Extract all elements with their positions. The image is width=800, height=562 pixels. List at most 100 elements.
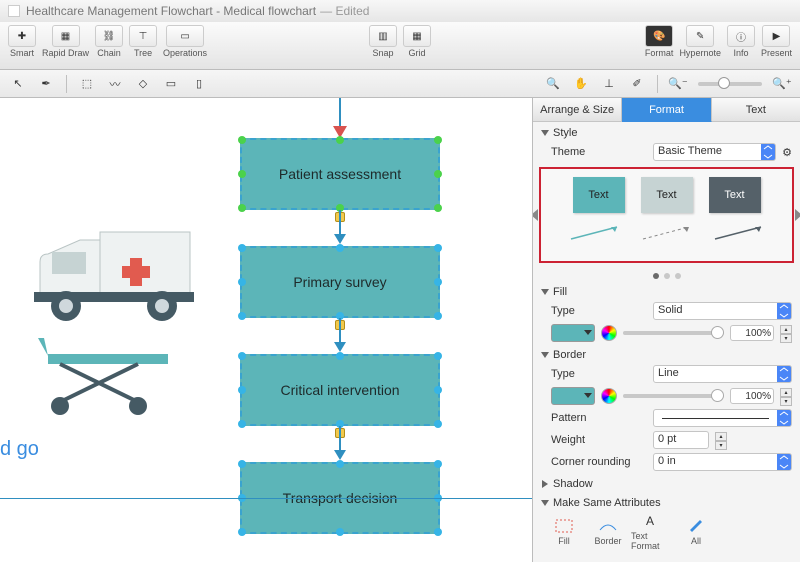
theme-label: Theme (551, 146, 647, 158)
style-swatch[interactable]: Text (709, 177, 761, 213)
operations-icon: ▭ (180, 31, 189, 42)
corner-select[interactable]: 0 in (653, 453, 792, 471)
node-label: Patient assessment (279, 166, 401, 182)
grid-5-icon: ▦ (61, 31, 70, 42)
edited-indicator: — Edited (320, 4, 369, 18)
info-icon: ⓘ (736, 29, 746, 44)
eyedropper-tool[interactable]: ✐ (625, 74, 649, 94)
zoom-in-button[interactable]: 🔍⁺ (770, 74, 794, 94)
tree-icon: ⊤ (139, 31, 148, 42)
line-style-preview[interactable] (639, 223, 695, 243)
tab-arrange-size[interactable]: Arrange & Size (533, 98, 622, 122)
palette-icon: 🎨 (653, 31, 665, 42)
style-swatch[interactable]: Text (573, 177, 625, 213)
zoom-slider[interactable] (698, 82, 762, 86)
fill-type-label: Type (551, 305, 647, 317)
fill-type-select[interactable]: Solid (653, 302, 792, 320)
style-pager[interactable] (533, 273, 800, 279)
make-same-border[interactable]: Border (587, 518, 629, 546)
zoom-out-button[interactable]: 🔍⁻ (666, 74, 690, 94)
theme-select[interactable]: Basic Theme (653, 143, 776, 161)
node-label: Critical intervention (280, 382, 399, 398)
select-tool[interactable]: ⬚ (75, 74, 99, 94)
border-opacity-slider[interactable] (623, 394, 724, 398)
grid-icon: ▦ (412, 31, 421, 42)
fill-color-well[interactable] (551, 324, 595, 342)
prev-styles-button[interactable] (532, 209, 538, 221)
section-border-header[interactable]: Border (533, 344, 800, 363)
style-swatch[interactable]: Text (641, 177, 693, 213)
plus-icon: ✚ (18, 31, 26, 42)
border-color-well[interactable] (551, 387, 595, 405)
svg-text:A: A (646, 514, 654, 528)
chain-icon: ⛓ (103, 31, 116, 42)
disclosure-triangle-icon (541, 352, 549, 358)
border-opacity-stepper[interactable]: ▴▾ (780, 388, 792, 404)
section-fill-header[interactable]: Fill (533, 281, 800, 300)
section-style-header[interactable]: Style (533, 122, 800, 141)
toolbar-present[interactable]: ▶ Present (761, 25, 792, 58)
section-shadow-header[interactable]: Shadow (533, 473, 800, 492)
lasso-tool[interactable]: 〰 (103, 74, 127, 94)
fill-opacity-stepper[interactable]: ▴▾ (780, 325, 792, 341)
weight-stepper[interactable]: ▴▾ (715, 432, 727, 448)
cursor-tool[interactable]: ↖ (6, 74, 30, 94)
fill-icon (554, 518, 574, 534)
color-wheel-icon[interactable] (601, 388, 617, 404)
play-icon: ▶ (773, 31, 781, 42)
text-format-icon: A (642, 513, 662, 529)
toolbar-smart[interactable]: ✚ Smart (8, 25, 36, 58)
zoom-tool[interactable]: 🔍 (541, 74, 565, 94)
toolbar-tree[interactable]: ⊤ Tree (129, 25, 157, 58)
fill-opacity-slider[interactable] (623, 331, 724, 335)
wallet-icon[interactable]: ▯ (187, 74, 211, 94)
flowchart-node[interactable]: Critical intervention (240, 354, 440, 426)
drawing-toolbar: ↖ ✒ ⬚ 〰 ◇ ▭ ▯ 🔍 ✋ ⊥ ✐ 🔍⁻ 🔍⁺ (0, 70, 800, 98)
flowchart-node[interactable]: Primary survey (240, 246, 440, 318)
section-make-same-header[interactable]: Make Same Attributes (533, 492, 800, 511)
snap-icon: ▥ (378, 31, 387, 42)
weight-label: Weight (551, 434, 647, 446)
toolbar-grid[interactable]: ▦ Grid (403, 25, 431, 58)
make-same-all[interactable]: All (675, 518, 717, 546)
make-same-text-format[interactable]: A Text Format (631, 513, 673, 551)
canvas[interactable]: Patient assessment Primary survey Critic… (0, 98, 532, 562)
color-wheel-icon[interactable] (601, 325, 617, 341)
disclosure-triangle-icon (541, 500, 549, 506)
stretcher-image (38, 334, 188, 424)
corner-label: Corner rounding (551, 456, 647, 468)
flowchart-node[interactable]: Patient assessment (240, 138, 440, 210)
tab-text[interactable]: Text (712, 98, 800, 122)
line-style-preview[interactable] (567, 223, 623, 243)
stamp-tool[interactable]: ⊥ (597, 74, 621, 94)
shapes-tool[interactable]: ▭ (159, 74, 183, 94)
ambulance-image (30, 214, 200, 334)
pen-tool[interactable]: ✒ (34, 74, 58, 94)
toolbar-rapid-draw[interactable]: ▦ Rapid Draw (42, 25, 89, 58)
next-styles-button[interactable] (795, 209, 800, 221)
toolbar-snap[interactable]: ▥ Snap (369, 25, 397, 58)
tab-format[interactable]: Format (622, 98, 711, 122)
pan-tool[interactable]: ✋ (569, 74, 593, 94)
window-titlebar: Healthcare Management Flowchart - Medica… (0, 0, 800, 22)
line-style-preview[interactable] (711, 223, 767, 243)
arrow-head-icon (334, 450, 346, 460)
toolbar-hypernote[interactable]: ✎ Hypernote (679, 25, 721, 58)
pattern-select[interactable] (653, 409, 792, 427)
arrow-head-icon (334, 234, 346, 244)
toolbar-info[interactable]: ⓘ Info (727, 25, 755, 58)
gear-icon[interactable]: ⚙ (782, 146, 792, 159)
toolbar-operations[interactable]: ▭ Operations (163, 25, 207, 58)
connector-line[interactable] (0, 498, 532, 499)
document-title: Healthcare Management Flowchart - Medica… (26, 4, 316, 18)
weight-input[interactable]: 0 pt (653, 431, 709, 449)
node-tool[interactable]: ◇ (131, 74, 155, 94)
toolbar-chain[interactable]: ⛓ Chain (95, 25, 123, 58)
fill-opacity-value[interactable]: 100% (730, 325, 774, 341)
border-opacity-value[interactable]: 100% (730, 388, 774, 404)
inspector-panel: Arrange & Size Format Text Style Theme B… (532, 98, 800, 562)
main-toolbar: ✚ Smart ▦ Rapid Draw ⛓ Chain ⊤ Tree ▭ Op… (0, 22, 800, 70)
make-same-fill[interactable]: Fill (543, 518, 585, 546)
toolbar-format[interactable]: 🎨 Format (645, 25, 674, 58)
border-type-select[interactable]: Line (653, 365, 792, 383)
